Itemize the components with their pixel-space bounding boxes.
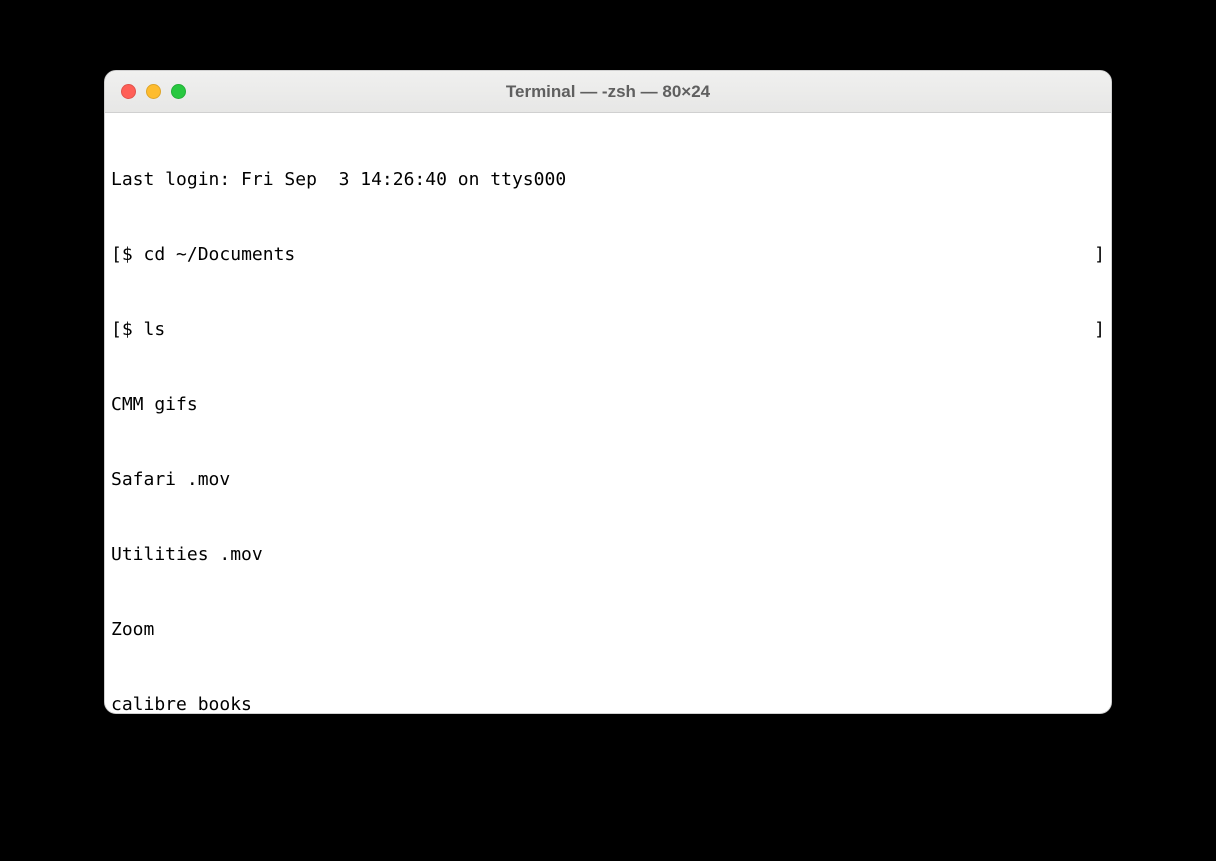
ls-output-line: Safari .mov [111, 467, 1105, 492]
terminal-window: Terminal — -zsh — 80×24 Last login: Fri … [104, 70, 1112, 714]
cd-command: cd ~/Documents [144, 244, 296, 265]
last-login-text: Last login: Fri Sep 3 14:26:40 on ttys00… [111, 167, 566, 192]
window-title: Terminal — -zsh — 80×24 [105, 82, 1111, 102]
minimize-icon[interactable] [146, 84, 161, 99]
ls-output-line: CMM gifs [111, 392, 1105, 417]
ls-output-item: Safari .mov [111, 467, 230, 492]
ls-output-item: calibre books [111, 692, 252, 713]
right-bracket: ] [1094, 242, 1105, 267]
titlebar[interactable]: Terminal — -zsh — 80×24 [105, 71, 1111, 113]
close-icon[interactable] [121, 84, 136, 99]
command-line: [$ ls] [111, 317, 1105, 342]
prompt-symbol: $ [122, 244, 133, 265]
right-bracket: ] [1094, 317, 1105, 342]
traffic-lights [121, 84, 186, 99]
ls-output-line: Zoom [111, 617, 1105, 642]
maximize-icon[interactable] [171, 84, 186, 99]
ls-command: ls [144, 319, 166, 340]
left-bracket: [ [111, 317, 122, 342]
ls-output-item: Utilities .mov [111, 542, 263, 567]
terminal-body[interactable]: Last login: Fri Sep 3 14:26:40 on ttys00… [105, 113, 1111, 713]
ls-output-item: CMM gifs [111, 392, 198, 417]
prompt-symbol: $ [122, 319, 133, 340]
last-login-line: Last login: Fri Sep 3 14:26:40 on ttys00… [111, 167, 1105, 192]
ls-output-item: Zoom [111, 617, 154, 642]
command-line: [$ cd ~/Documents] [111, 242, 1105, 267]
ls-output-line: Utilities .mov [111, 542, 1105, 567]
left-bracket: [ [111, 242, 122, 267]
ls-output-line: calibre books [111, 692, 1105, 713]
